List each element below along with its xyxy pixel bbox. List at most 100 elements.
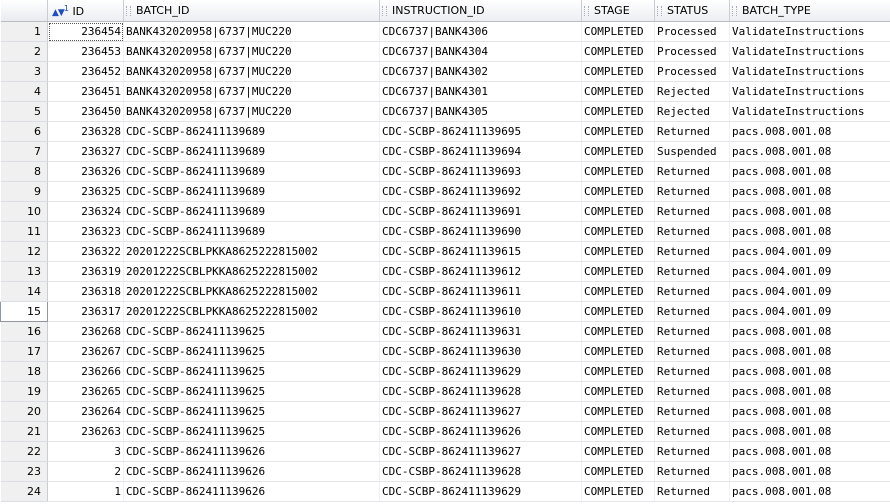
cell-instruction-id[interactable]: CDC-CSBP-862411139694 — [379, 141, 582, 162]
cell-batch-id[interactable]: BANK432020958|6737|MUC220 — [123, 101, 380, 122]
cell-status[interactable]: Returned — [654, 121, 730, 142]
column-grip-icon[interactable] — [657, 6, 662, 16]
row-number-header[interactable] — [0, 0, 48, 22]
cell-batch-id[interactable]: 20201222SCBLPKKA8625222815002 — [123, 261, 380, 282]
cell-batch-type[interactable]: pacs.004.001.09 — [729, 281, 890, 302]
cell-instruction-id[interactable]: CDC-CSBP-862411139612 — [379, 261, 582, 282]
cell-id[interactable]: 236452 — [47, 61, 124, 82]
cell-batch-id[interactable]: BANK432020958|6737|MUC220 — [123, 61, 380, 82]
cell-id[interactable]: 2 — [47, 461, 124, 482]
row-number-cell[interactable]: 17 — [0, 341, 48, 362]
cell-status[interactable]: Returned — [654, 201, 730, 222]
cell-batch-type[interactable]: pacs.008.001.08 — [729, 321, 890, 342]
cell-batch-type[interactable]: ValidateInstructions — [729, 41, 890, 62]
cell-status[interactable]: Returned — [654, 481, 730, 502]
table-row[interactable]: 17 236267 CDC-SCBP-862411139625 CDC-SCBP-86… — [0, 341, 890, 362]
cell-instruction-id[interactable]: CDC-SCBP-862411139629 — [379, 481, 582, 502]
cell-batch-type[interactable]: pacs.008.001.08 — [729, 441, 890, 462]
table-row[interactable]: 12 236322 20201222SCBLPKKA8625222815002 CDC… — [0, 241, 890, 262]
cell-batch-type[interactable]: ValidateInstructions — [729, 21, 890, 42]
cell-batch-type[interactable]: pacs.008.001.08 — [729, 481, 890, 502]
table-row[interactable]: 18 236266 CDC-SCBP-862411139625 CDC-SCBP-86… — [0, 361, 890, 382]
row-number-cell[interactable]: 7 — [0, 141, 48, 162]
cell-instruction-id[interactable]: CDC-CSBP-862411139610 — [379, 301, 582, 322]
cell-stage[interactable]: COMPLETED — [581, 381, 655, 402]
column-grip-icon[interactable] — [732, 6, 737, 16]
row-number-cell[interactable]: 20 — [0, 401, 48, 422]
cell-id[interactable]: 236451 — [47, 81, 124, 102]
table-row[interactable]: 23 2 CDC-SCBP-862411139626 CDC-CSBP-8624111… — [0, 461, 890, 482]
cell-batch-type[interactable]: pacs.008.001.08 — [729, 421, 890, 442]
cell-stage[interactable]: COMPLETED — [581, 241, 655, 262]
cell-status[interactable]: Returned — [654, 301, 730, 322]
table-row[interactable]: 20 236264 CDC-SCBP-862411139625 CDC-SCBP-86… — [0, 401, 890, 422]
cell-stage[interactable]: COMPLETED — [581, 301, 655, 322]
cell-id[interactable]: 236324 — [47, 201, 124, 222]
row-number-cell[interactable]: 21 — [0, 421, 48, 442]
cell-batch-type[interactable]: ValidateInstructions — [729, 101, 890, 122]
cell-id[interactable]: 236317 — [47, 301, 124, 322]
table-row[interactable]: 6 236328 CDC-SCBP-862411139689 CDC-SCBP-862… — [0, 121, 890, 142]
cell-id[interactable]: 236328 — [47, 121, 124, 142]
cell-instruction-id[interactable]: CDC-SCBP-862411139627 — [379, 401, 582, 422]
row-number-cell[interactable]: 4 — [0, 81, 48, 102]
cell-stage[interactable]: COMPLETED — [581, 401, 655, 422]
cell-batch-id[interactable]: CDC-SCBP-862411139626 — [123, 461, 380, 482]
table-row[interactable]: 3 236452 BANK432020958|6737|MUC220 CDC6737|… — [0, 61, 890, 82]
cell-instruction-id[interactable]: CDC-CSBP-862411139628 — [379, 461, 582, 482]
cell-stage[interactable]: COMPLETED — [581, 361, 655, 382]
cell-stage[interactable]: COMPLETED — [581, 101, 655, 122]
cell-batch-id[interactable]: 20201222SCBLPKKA8625222815002 — [123, 241, 380, 262]
cell-instruction-id[interactable]: CDC-SCBP-862411139693 — [379, 161, 582, 182]
cell-batch-id[interactable]: CDC-SCBP-862411139689 — [123, 181, 380, 202]
table-row[interactable]: 13 236319 20201222SCBLPKKA8625222815002 CDC… — [0, 261, 890, 282]
cell-stage[interactable]: COMPLETED — [581, 181, 655, 202]
row-number-cell[interactable]: 19 — [0, 381, 48, 402]
cell-stage[interactable]: COMPLETED — [581, 81, 655, 102]
row-number-cell[interactable]: 10 — [0, 201, 48, 222]
cell-id[interactable]: 236327 — [47, 141, 124, 162]
cell-stage[interactable]: COMPLETED — [581, 121, 655, 142]
column-header-batch-type[interactable]: BATCH_TYPE — [729, 0, 890, 22]
cell-batch-id[interactable]: CDC-SCBP-862411139689 — [123, 221, 380, 242]
row-number-cell[interactable]: 1 — [0, 21, 48, 42]
cell-id[interactable]: 3 — [47, 441, 124, 462]
cell-batch-id[interactable]: BANK432020958|6737|MUC220 — [123, 41, 380, 62]
cell-batch-id[interactable]: BANK432020958|6737|MUC220 — [123, 81, 380, 102]
cell-stage[interactable]: COMPLETED — [581, 221, 655, 242]
cell-id[interactable]: 236319 — [47, 261, 124, 282]
column-header-status[interactable]: STATUS — [654, 0, 730, 22]
cell-instruction-id[interactable]: CDC-SCBP-862411139611 — [379, 281, 582, 302]
row-number-cell[interactable]: 16 — [0, 321, 48, 342]
cell-id[interactable]: 236267 — [47, 341, 124, 362]
cell-batch-id[interactable]: CDC-SCBP-862411139626 — [123, 441, 380, 462]
cell-instruction-id[interactable]: CDC-SCBP-862411139628 — [379, 381, 582, 402]
cell-instruction-id[interactable]: CDC-SCBP-862411139627 — [379, 441, 582, 462]
row-number-cell[interactable]: 24 — [0, 481, 48, 502]
table-row[interactable]: 21 236263 CDC-SCBP-862411139625 CDC-SCBP-86… — [0, 421, 890, 442]
cell-status[interactable]: Returned — [654, 321, 730, 342]
sort-ascending-icon[interactable]: ▲▼1 — [52, 4, 69, 18]
cell-batch-type[interactable]: pacs.008.001.08 — [729, 381, 890, 402]
cell-id[interactable]: 236450 — [47, 101, 124, 122]
cell-status[interactable]: Returned — [654, 221, 730, 242]
row-number-cell[interactable]: 15 — [0, 301, 48, 322]
cell-status[interactable]: Returned — [654, 181, 730, 202]
table-row[interactable]: 22 3 CDC-SCBP-862411139626 CDC-SCBP-8624111… — [0, 441, 890, 462]
cell-batch-id[interactable]: BANK432020958|6737|MUC220 — [123, 21, 380, 42]
cell-batch-type[interactable]: pacs.004.001.09 — [729, 301, 890, 322]
column-header-stage[interactable]: STAGE — [581, 0, 655, 22]
table-row[interactable]: 15 236317 20201222SCBLPKKA8625222815002 CDC… — [0, 301, 890, 322]
cell-status[interactable]: Returned — [654, 241, 730, 262]
cell-stage[interactable]: COMPLETED — [581, 421, 655, 442]
cell-id[interactable]: 236263 — [47, 421, 124, 442]
column-grip-icon[interactable] — [126, 6, 131, 16]
cell-instruction-id[interactable]: CDC6737|BANK4302 — [379, 61, 582, 82]
cell-id[interactable]: 236326 — [47, 161, 124, 182]
table-row[interactable]: 2 236453 BANK432020958|6737|MUC220 CDC6737|… — [0, 41, 890, 62]
cell-batch-type[interactable]: pacs.004.001.09 — [729, 241, 890, 262]
cell-stage[interactable]: COMPLETED — [581, 441, 655, 462]
cell-batch-type[interactable]: pacs.008.001.08 — [729, 181, 890, 202]
cell-status[interactable]: Returned — [654, 401, 730, 422]
cell-batch-id[interactable]: 20201222SCBLPKKA8625222815002 — [123, 281, 380, 302]
